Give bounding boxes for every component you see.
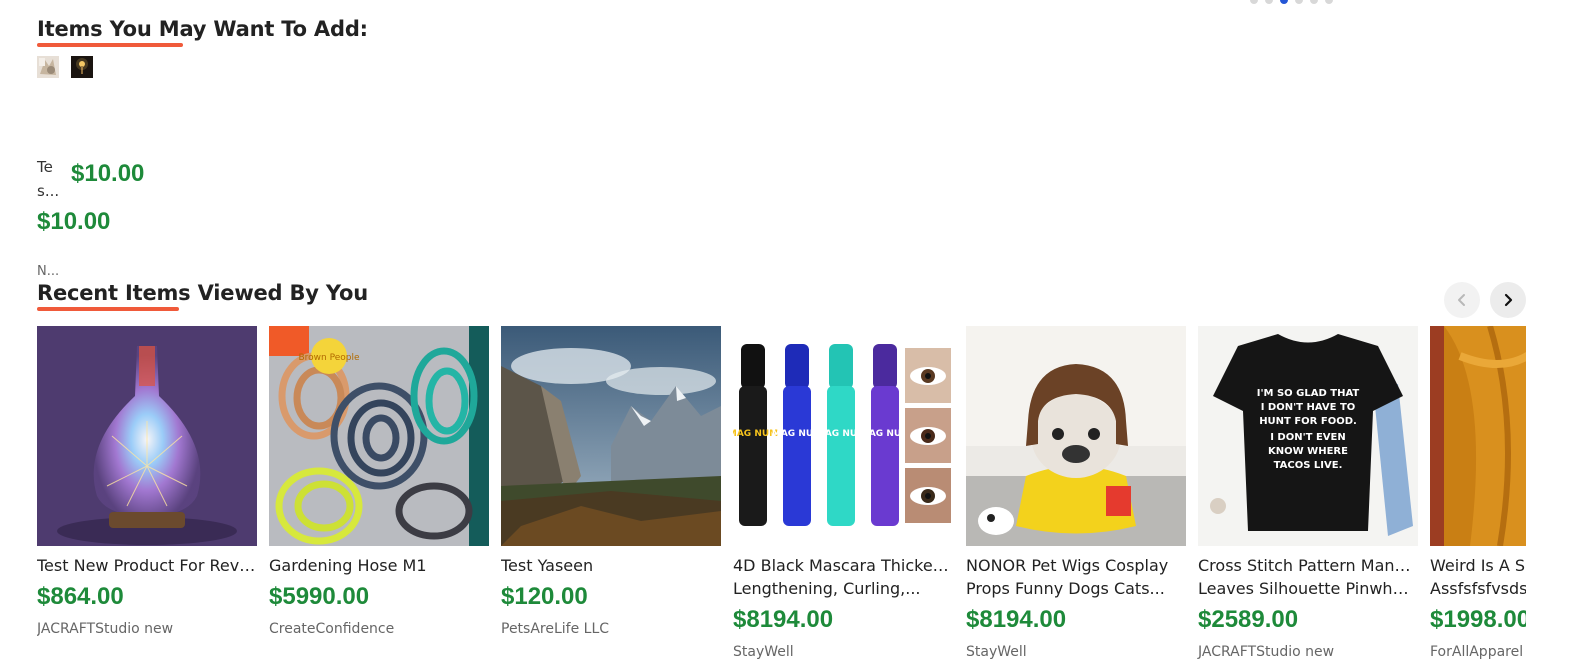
product-name[interactable]: Test New Product For Review <box>37 554 257 577</box>
product-name-line2: Assfsfsfvsdsfs... <box>1430 579 1526 598</box>
add-item-seller: N... <box>37 264 60 279</box>
mountain-valley-image <box>501 326 721 546</box>
product-name-line1: Cross Stitch Pattern Mandala <box>1198 556 1418 575</box>
product-card[interactable]: Weird Is A Si... Assfsfsfvsdsfs... $1998… <box>1430 326 1526 660</box>
add-item-name[interactable]: Te s... <box>37 155 59 203</box>
product-card[interactable]: Brown People Gardening Hose M1 $5990.00 … <box>269 326 489 637</box>
product-image[interactable]: Brown People <box>269 326 489 546</box>
product-image[interactable] <box>501 326 721 546</box>
recent-items-rail: Test New Product For Review $864.00 JACR… <box>37 326 1526 669</box>
product-seller[interactable]: ForAllApparel <box>1430 644 1526 660</box>
add-item-name-line1: Te <box>37 158 53 176</box>
product-name[interactable]: Cross Stitch Pattern Mandala Leaves Silh… <box>1198 554 1418 600</box>
product-card[interactable]: Test New Product For Review $864.00 JACR… <box>37 326 257 637</box>
mascara-label: MAG NUM <box>860 429 910 439</box>
product-name-line2: Lengthening, Curling,... <box>733 579 921 598</box>
carousel-prev-button[interactable] <box>1444 282 1480 318</box>
add-item-price: $10.00 <box>37 208 111 235</box>
tshirt-text-line: TACOS LIVE. <box>1274 460 1343 471</box>
product-image[interactable]: MAG NUM MAG NUM MAG NUM MAG NUM <box>733 326 953 546</box>
carousel-dot[interactable] <box>1295 0 1303 4</box>
add-item-name-line2: s... <box>37 182 60 200</box>
tshirt-text-line: I DON'T EVEN <box>1270 432 1346 443</box>
hose-badge-text: Brown People <box>298 353 359 363</box>
product-seller[interactable]: JACRAFTStudio new <box>37 621 257 637</box>
mascara-tubes-image: MAG NUM MAG NUM MAG NUM MAG NUM <box>733 326 953 546</box>
product-price: $8194.00 <box>966 606 1067 633</box>
black-tshirt-image: I'M SO GLAD THAT I DON'T HAVE TO HUNT FO… <box>1198 326 1418 546</box>
product-image[interactable] <box>966 326 1186 546</box>
product-seller[interactable]: StayWell <box>733 644 953 660</box>
title-underline <box>37 307 179 311</box>
add-item-thumbnail[interactable] <box>71 56 93 78</box>
carousel-dot[interactable] <box>1250 0 1258 4</box>
product-price: $2589.00 <box>1198 606 1299 633</box>
carousel-dot[interactable] <box>1310 0 1318 4</box>
product-card[interactable]: MAG NUM MAG NUM MAG NUM MAG NUM <box>733 326 953 660</box>
product-card[interactable]: NONOR Pet Wigs Cosplay Props Funny Dogs … <box>966 326 1186 660</box>
product-name-line1: Test New Product For Review <box>37 556 257 575</box>
product-price: $5990.00 <box>269 583 370 610</box>
tshirt-text-line: I'M SO GLAD THAT <box>1257 388 1360 399</box>
product-card[interactable]: I'M SO GLAD THAT I DON'T HAVE TO HUNT FO… <box>1198 326 1418 660</box>
add-item-thumbnail[interactable] <box>37 56 59 78</box>
chevron-left-icon <box>1458 294 1465 306</box>
product-price: $120.00 <box>501 583 588 610</box>
product-seller[interactable]: JACRAFTStudio new <box>1198 644 1418 660</box>
fiber-optic-vase-lamp-image <box>37 326 257 546</box>
product-seller[interactable]: CreateConfidence <box>269 621 489 637</box>
mascara-label: MAG NUM <box>772 429 822 439</box>
product-name-line1: NONOR Pet Wigs Cosplay <box>966 556 1169 575</box>
product-name[interactable]: Weird Is A Si... Assfsfsfvsdsfs... <box>1430 554 1526 600</box>
mascara-label: MAG NUM <box>816 429 866 439</box>
carousel-dot[interactable] <box>1325 0 1333 4</box>
product-image[interactable] <box>1430 326 1526 546</box>
tshirt-text-line: KNOW WHERE <box>1268 446 1348 457</box>
product-seller[interactable]: PetsAreLife LLC <box>501 621 721 637</box>
product-name[interactable]: Gardening Hose M1 <box>269 554 489 577</box>
mustard-fabric-image <box>1430 326 1526 546</box>
add-items-title: Items You May Want To Add: <box>37 17 368 41</box>
product-name-line1: Gardening Hose M1 <box>269 556 427 575</box>
product-price: $8194.00 <box>733 606 834 633</box>
chevron-right-icon <box>1504 293 1513 307</box>
product-seller[interactable]: StayWell <box>966 644 1186 660</box>
product-price: $1998.00 <box>1430 606 1526 633</box>
garden-hoses-image: Brown People <box>269 326 489 546</box>
product-name-line2: Leaves Silhouette Pinwheel... <box>1198 579 1418 598</box>
product-name-line1: Weird Is A Si... <box>1430 556 1526 575</box>
product-name-line1: Test Yaseen <box>501 556 594 575</box>
carousel-next-button[interactable] <box>1490 282 1526 318</box>
dog-wig-image <box>966 326 1186 546</box>
product-image[interactable]: I'M SO GLAD THAT I DON'T HAVE TO HUNT FO… <box>1198 326 1418 546</box>
recent-items-title: Recent Items Viewed By You <box>37 281 368 305</box>
product-name[interactable]: NONOR Pet Wigs Cosplay Props Funny Dogs … <box>966 554 1186 600</box>
product-name-line1: 4D Black Mascara Thickening, <box>733 556 953 575</box>
product-name[interactable]: Test Yaseen <box>501 554 721 577</box>
carousel-dot-active[interactable] <box>1280 0 1288 4</box>
carousel-dots <box>1250 0 1333 4</box>
title-underline <box>37 43 183 47</box>
product-name[interactable]: 4D Black Mascara Thickening, Lengthening… <box>733 554 953 600</box>
product-card[interactable]: Test Yaseen $120.00 PetsAreLife LLC <box>501 326 721 637</box>
carousel-dot[interactable] <box>1265 0 1273 4</box>
product-name-line2: Props Funny Dogs Cats... <box>966 579 1165 598</box>
tshirt-text-line: HUNT FOR FOOD. <box>1259 416 1357 427</box>
tshirt-text-line: I DON'T HAVE TO <box>1261 402 1356 413</box>
add-item-price: $10.00 <box>71 160 145 187</box>
product-image[interactable] <box>37 326 257 546</box>
product-price: $864.00 <box>37 583 124 610</box>
